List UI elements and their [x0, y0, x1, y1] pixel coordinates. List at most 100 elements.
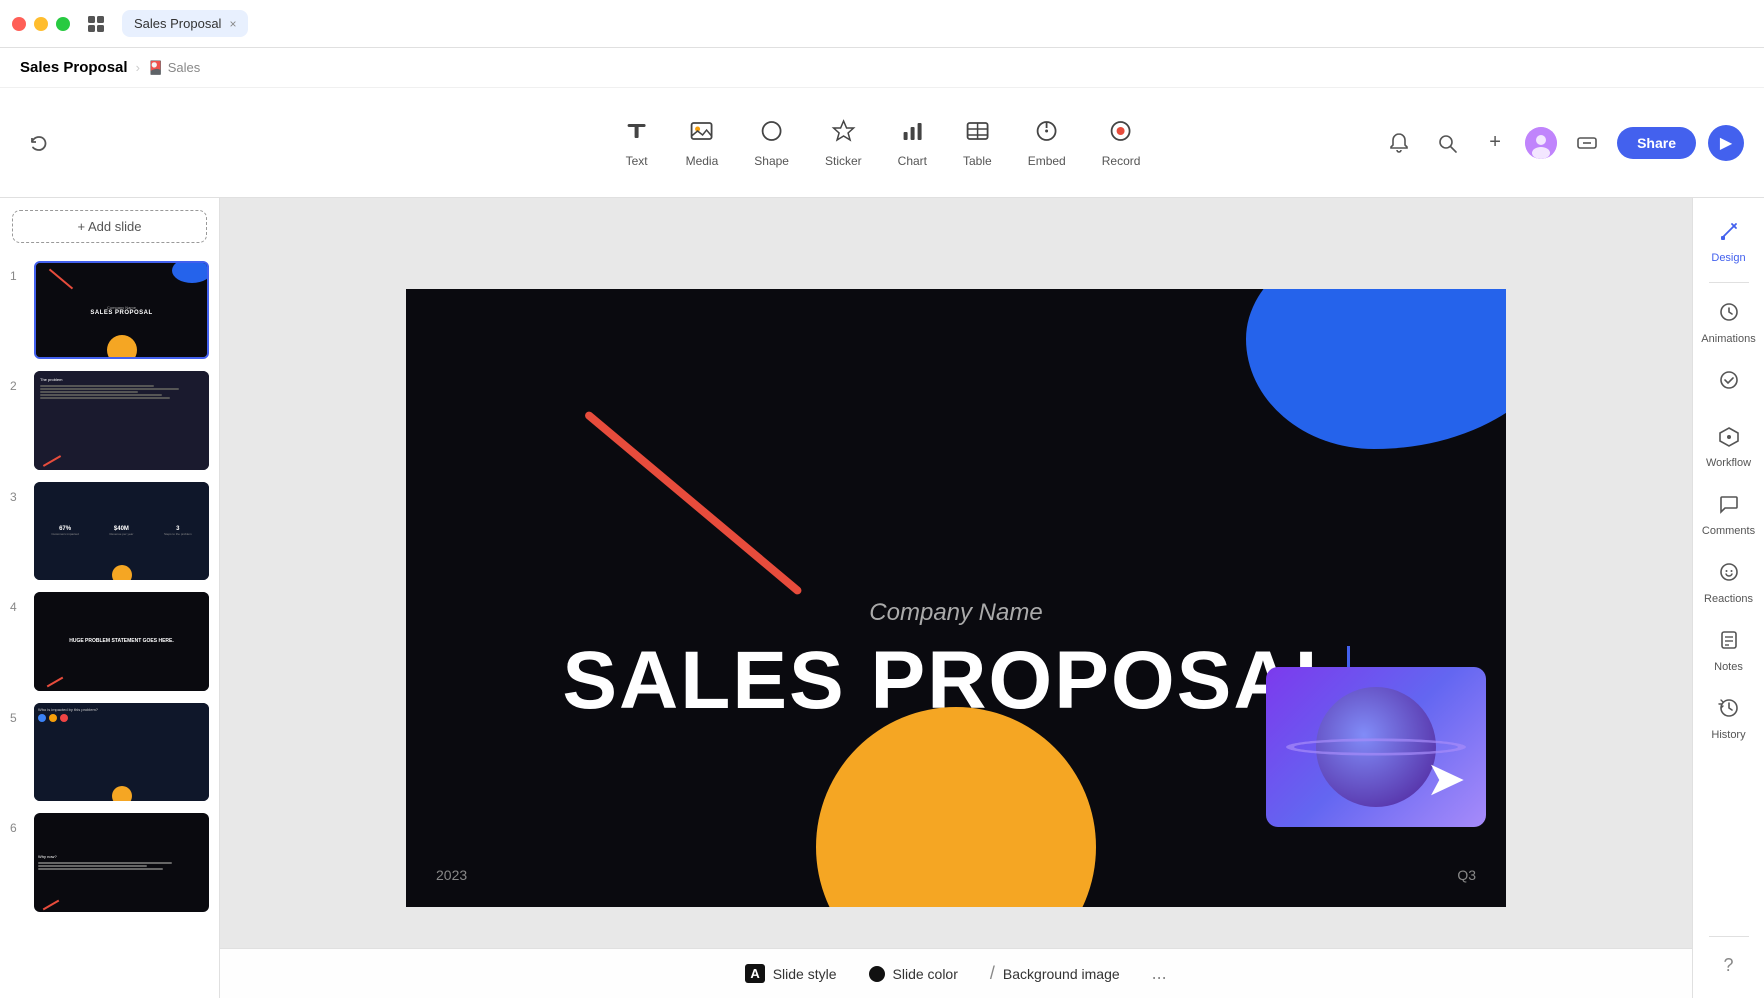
record-tool-label: Record [1102, 154, 1141, 168]
doc-tab[interactable]: Sales Proposal × [122, 10, 248, 37]
chart-tool-btn[interactable]: Chart [884, 110, 941, 176]
reactions-panel-btn[interactable]: Reactions [1697, 551, 1761, 615]
toolbar: Text Media Shape [0, 88, 1764, 198]
slide-canvas[interactable]: Company Name SALES PROPOSAL ➤ 2023 Q3 [406, 289, 1506, 907]
slide-thumbnail: The problem [34, 371, 209, 469]
slide-quarter: Q3 [1457, 867, 1476, 883]
slide-item[interactable]: 4 HUGE PROBLEM STATEMENT GOES HERE. [0, 586, 219, 696]
avatar[interactable] [1525, 127, 1557, 159]
slide-item[interactable]: 5 Who is impacted by this problem? [0, 697, 219, 807]
embed-icon [1034, 118, 1060, 150]
company-name-text: Company Name [406, 599, 1506, 627]
share-button[interactable]: Share [1617, 127, 1696, 159]
more-options-btn[interactable]: ... [1152, 963, 1167, 984]
divider [1709, 936, 1749, 937]
shape-tool-label: Shape [754, 154, 789, 168]
design-label: Design [1711, 252, 1745, 264]
help-btn[interactable]: ? [1697, 945, 1761, 986]
bg-image-label: Background image [1003, 966, 1120, 982]
maximize-window-btn[interactable] [56, 17, 70, 31]
breadcrumb-subtitle: 🎴 Sales [148, 60, 200, 76]
design-panel-btn[interactable]: Design [1697, 210, 1761, 274]
table-tool-label: Table [963, 154, 992, 168]
undo-button[interactable] [20, 125, 56, 161]
embed-tool-label: Embed [1028, 154, 1066, 168]
shape-tool-btn[interactable]: Shape [740, 110, 803, 176]
slide-style-label: Slide style [773, 966, 837, 982]
blue-blob-decoration [1246, 289, 1506, 449]
main-layout: + Add slide 1 Company Name SALES PROPOSA… [0, 198, 1764, 998]
workflow-label: Workflow [1706, 457, 1751, 469]
notes-icon [1718, 629, 1740, 657]
animations-icon [1718, 301, 1740, 329]
slide-thumbnail: HUGE PROBLEM STATEMENT GOES HERE. [34, 592, 209, 690]
sticker-icon [830, 118, 856, 150]
sticker-tool-label: Sticker [825, 154, 862, 168]
slide-item[interactable]: 2 The problem [0, 365, 219, 475]
window-controls [12, 17, 70, 31]
chart-icon [899, 118, 925, 150]
slide-item[interactable]: 3 67% Customers impacted $40M Revenue pe… [0, 476, 219, 586]
workflow-panel-btn[interactable]: Workflow [1697, 415, 1761, 479]
slide-item[interactable]: 6 Why now? [0, 807, 219, 917]
tab-grid-icon[interactable] [82, 10, 110, 38]
reactions-icon [1718, 561, 1740, 589]
table-icon [964, 118, 990, 150]
history-icon [1718, 697, 1740, 725]
check-panel-btn[interactable] [1697, 359, 1761, 411]
slide-number: 1 [10, 261, 26, 283]
minimize-window-btn[interactable] [34, 17, 48, 31]
divider [1709, 282, 1749, 283]
text-tool-btn[interactable]: Text [610, 110, 664, 176]
slide-thumbnail: Why now? [34, 813, 209, 911]
sticker-tool-btn[interactable]: Sticker [811, 110, 876, 176]
workflow-icon [1718, 425, 1740, 453]
help-icon: ? [1723, 955, 1733, 976]
right-panel: Design Animations [1692, 198, 1764, 998]
notification-bell-btn[interactable] [1381, 125, 1417, 161]
bg-image-btn[interactable]: / Background image [990, 963, 1120, 984]
slide-thumbnail: Who is impacted by this problem? [34, 703, 209, 801]
search-btn[interactable] [1429, 125, 1465, 161]
history-panel-btn[interactable]: History [1697, 687, 1761, 751]
reactions-label: Reactions [1704, 593, 1753, 605]
history-label: History [1711, 729, 1745, 741]
add-btn[interactable]: + [1477, 125, 1513, 161]
chart-tool-label: Chart [898, 154, 927, 168]
yellow-circle-decoration [816, 707, 1096, 907]
slide-color-btn[interactable]: Slide color [869, 966, 958, 982]
slide-item[interactable]: 1 Company Name SALES PROPOSAL [0, 255, 219, 365]
record-tool-btn[interactable]: Record [1088, 110, 1155, 176]
toolbar-center: Text Media Shape [610, 110, 1155, 176]
embed-tool-btn[interactable]: Embed [1014, 110, 1080, 176]
media-tool-btn[interactable]: Media [672, 110, 733, 176]
doc-title: Sales Proposal [20, 59, 128, 76]
metrics-btn[interactable] [1569, 125, 1605, 161]
play-button[interactable]: ▶ [1708, 125, 1744, 161]
canvas-area: Company Name SALES PROPOSAL ➤ 2023 Q3 [220, 198, 1692, 998]
slide-thumbnail: 67% Customers impacted $40M Revenue per … [34, 482, 209, 580]
animations-label: Animations [1701, 333, 1755, 345]
title-bar: Sales Proposal × [0, 0, 1764, 48]
purple-sticker[interactable]: ➤ [1266, 667, 1486, 827]
slide-year: 2023 [436, 867, 467, 883]
slide-number: 4 [10, 592, 26, 614]
check-icon [1718, 369, 1740, 397]
slide-style-btn[interactable]: A Slide style [745, 964, 836, 983]
slide-thumbnail: Company Name SALES PROPOSAL [34, 261, 209, 359]
table-tool-btn[interactable]: Table [949, 110, 1006, 176]
bottom-toolbar: A Slide style Slide color / Background i… [220, 948, 1692, 998]
text-icon [624, 118, 650, 150]
close-window-btn[interactable] [12, 17, 26, 31]
add-slide-button[interactable]: + Add slide [12, 210, 207, 243]
animations-panel-btn[interactable]: Animations [1697, 291, 1761, 355]
notes-panel-btn[interactable]: Notes [1697, 619, 1761, 683]
design-icon [1718, 220, 1740, 248]
slide-panel: + Add slide 1 Company Name SALES PROPOSA… [0, 198, 220, 998]
planet-decoration [1316, 687, 1436, 807]
cursor-arrow: ➤ [1426, 751, 1466, 807]
close-tab-btn[interactable]: × [229, 17, 236, 31]
slide-color-label: Slide color [893, 966, 958, 982]
comments-panel-btn[interactable]: Comments [1697, 483, 1761, 547]
slide-number: 3 [10, 482, 26, 504]
